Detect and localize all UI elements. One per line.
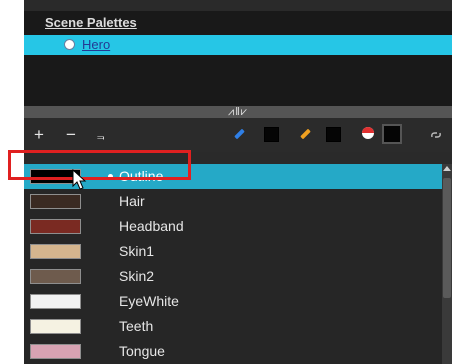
- add-color-button[interactable]: +: [34, 126, 44, 143]
- swatch-color-chip[interactable]: [30, 344, 81, 359]
- scene-palette-item-hero[interactable]: Hero: [24, 35, 452, 55]
- swatch-row[interactable]: Skin1: [24, 239, 442, 264]
- scroll-thumb[interactable]: [443, 178, 451, 298]
- swatch-color-chip[interactable]: [30, 319, 81, 334]
- swatch-name: EyeWhite: [119, 293, 179, 309]
- swatch-name: Hair: [119, 193, 145, 209]
- palette-toolbar: + − ⫬: [24, 118, 452, 152]
- color-swatch-list[interactable]: Outline Hair Headband Skin1 Skin2 EyeWhite Tee…: [24, 164, 442, 364]
- swatch-row[interactable]: Tongue: [24, 339, 442, 364]
- swatch-color-chip[interactable]: [30, 219, 81, 234]
- swatch-name: Teeth: [119, 318, 154, 334]
- fill-color-swatch[interactable]: [326, 127, 341, 142]
- swatch-color-chip[interactable]: [30, 194, 81, 209]
- swatch-color-chip[interactable]: [30, 244, 81, 259]
- scene-palettes-header: Scene Palettes: [45, 15, 137, 30]
- panel-splitter[interactable]: ⩘‖⩗: [24, 106, 452, 118]
- swatch-name: Tongue: [119, 343, 165, 359]
- list-scrollbar[interactable]: [442, 164, 452, 364]
- tool-color-swatch[interactable]: [382, 124, 402, 144]
- remove-color-button[interactable]: −: [66, 126, 76, 143]
- swatch-row[interactable]: Skin2: [24, 264, 442, 289]
- annotation-highlight-box: [8, 150, 191, 180]
- swatch-row[interactable]: Headband: [24, 214, 442, 239]
- left-margin: [0, 0, 24, 364]
- clone-color-button[interactable]: ⫬: [97, 127, 105, 144]
- swatch-name: Headband: [119, 218, 184, 234]
- scene-palette-label: Hero: [82, 37, 111, 52]
- mouse-pointer-icon: [72, 169, 87, 190]
- swatch-name: Skin2: [119, 268, 155, 284]
- swatch-row[interactable]: Hair: [24, 189, 442, 214]
- scene-palette-list[interactable]: Scene Palettes Hero: [24, 11, 452, 106]
- palette-status-icon: [64, 39, 75, 50]
- swatch-color-chip[interactable]: [30, 294, 81, 309]
- swatch-row[interactable]: Teeth: [24, 314, 442, 339]
- swatch-name: Skin1: [119, 243, 155, 259]
- scroll-up-arrow-icon[interactable]: [443, 166, 451, 171]
- line-color-swatch[interactable]: [264, 127, 279, 142]
- swatch-row[interactable]: EyeWhite: [24, 289, 442, 314]
- right-margin: [452, 0, 466, 364]
- swatch-color-chip[interactable]: [30, 269, 81, 284]
- splitter-handle[interactable]: ⩘‖⩗: [210, 106, 266, 118]
